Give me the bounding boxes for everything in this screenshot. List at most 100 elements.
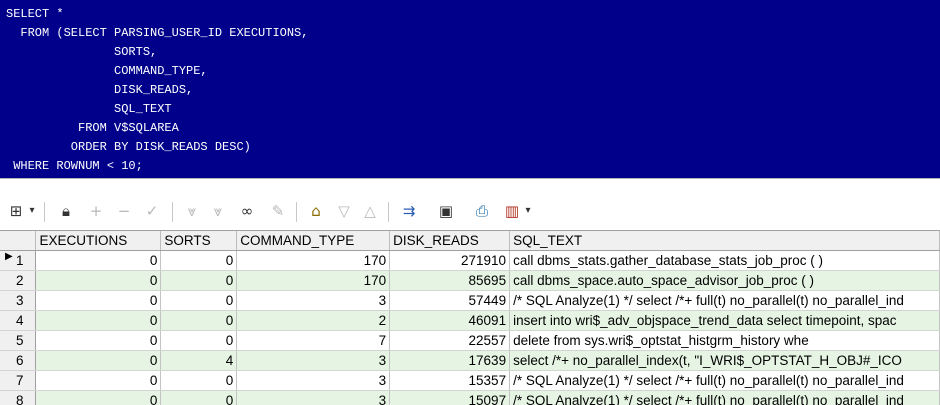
row-number[interactable]: 3 [0, 291, 36, 311]
table-row[interactable]: 400246091insert into wri$_adv_objspace_t… [0, 311, 940, 331]
current-row-indicator-icon: ▶ [5, 251, 13, 262]
row-number-label: 1 [16, 253, 24, 268]
table-row[interactable]: 700315357/* SQL Analyze(1) */ select /*+… [0, 371, 940, 391]
row-number-label: 3 [16, 293, 24, 308]
sql-line: DISK_READS, [6, 83, 193, 97]
sql-line: FROM V$SQLAREA [6, 121, 179, 135]
cell-sorts[interactable]: 0 [161, 371, 237, 391]
cell-command-type[interactable]: 3 [237, 351, 390, 371]
cell-command-type[interactable]: 170 [237, 271, 390, 291]
cell-command-type[interactable]: 170 [237, 251, 390, 271]
cell-sql-text[interactable]: /* SQL Analyze(1) */ select /*+ full(t) … [510, 291, 940, 311]
post-icon[interactable]: ✓ [142, 200, 162, 222]
cell-sorts[interactable]: 0 [161, 391, 237, 405]
filter-icon[interactable]: ⩔ [182, 200, 202, 222]
cell-command-type[interactable]: 3 [237, 371, 390, 391]
cell-sql-text[interactable]: select /*+ no_parallel_index(t, "I_WRI$_… [510, 351, 940, 371]
cell-executions[interactable]: 0 [36, 271, 161, 291]
cell-sorts[interactable]: 0 [161, 331, 237, 351]
row-number-header[interactable] [0, 231, 36, 251]
cell-disk-reads[interactable]: 15357 [390, 371, 510, 391]
sql-editor[interactable]: SELECT * FROM (SELECT PARSING_USER_ID EX… [0, 0, 940, 178]
row-number[interactable]: 5 [0, 331, 36, 351]
print-icon[interactable]: ⎙ [472, 200, 492, 222]
cell-disk-reads[interactable]: 57449 [390, 291, 510, 311]
column-header-sql-text[interactable]: SQL_TEXT [510, 231, 940, 251]
binoculars-icon[interactable]: ∞ [236, 200, 258, 222]
cell-executions[interactable]: 0 [36, 371, 161, 391]
table-row[interactable]: ▶100170271910call dbms_stats.gather_data… [0, 251, 940, 271]
cell-disk-reads[interactable]: 271910 [390, 251, 510, 271]
grid-toolbar: ⊞ ▾ 🔒︎ + − ✓ ⩔ ⩔ ∞ ✎ ⌂ ▽ △ ⇉ ▣ ⎙ ▥ ▾ [0, 196, 940, 230]
row-number[interactable]: 7 [0, 371, 36, 391]
chart-icon[interactable]: ▥ [502, 200, 522, 222]
cell-sorts[interactable]: 4 [161, 351, 237, 371]
table-row[interactable]: 300357449/* SQL Analyze(1) */ select /*+… [0, 291, 940, 311]
sql-text[interactable]: SELECT * FROM (SELECT PARSING_USER_ID EX… [0, 0, 940, 176]
results-grid[interactable]: EXECUTIONS SORTS COMMAND_TYPE DISK_READS… [0, 230, 940, 405]
cell-executions[interactable]: 0 [36, 311, 161, 331]
cell-command-type[interactable]: 3 [237, 291, 390, 311]
cell-sorts[interactable]: 0 [161, 271, 237, 291]
grid-icon[interactable]: ⊞ [6, 200, 26, 222]
lock-icon[interactable]: 🔒︎ [56, 200, 76, 222]
column-header-disk-reads[interactable]: DISK_READS [390, 231, 510, 251]
cell-executions[interactable]: 0 [36, 351, 161, 371]
cell-executions[interactable]: 0 [36, 331, 161, 351]
sql-line: SORTS, [6, 45, 157, 59]
cell-disk-reads[interactable]: 17639 [390, 351, 510, 371]
column-header-command-type[interactable]: COMMAND_TYPE [237, 231, 390, 251]
clear-icon[interactable]: ✎ [268, 200, 288, 222]
row-number[interactable]: 4 [0, 311, 36, 331]
cell-sql-text[interactable]: insert into wri$_adv_objspace_trend_data… [510, 311, 940, 331]
row-number[interactable]: 6 [0, 351, 36, 371]
cell-command-type[interactable]: 7 [237, 331, 390, 351]
row-number-label: 4 [16, 313, 24, 328]
cell-executions[interactable]: 0 [36, 391, 161, 405]
dropdown-arrow-icon[interactable]: ▾ [522, 200, 534, 222]
cell-command-type[interactable]: 2 [237, 311, 390, 331]
delete-record-icon[interactable]: − [114, 200, 134, 222]
cell-sql-text[interactable]: /* SQL Analyze(1) */ select /*+ full(t) … [510, 371, 940, 391]
table-row[interactable]: 500722557delete from sys.wri$_optstat_hi… [0, 331, 940, 351]
cell-sorts[interactable]: 0 [161, 291, 237, 311]
table-row[interactable]: 604317639select /*+ no_parallel_index(t,… [0, 351, 940, 371]
row-number-label: 6 [16, 353, 24, 368]
cell-sql-text[interactable]: delete from sys.wri$_optstat_histgrm_his… [510, 331, 940, 351]
cell-sql-text[interactable]: call dbms_space.auto_space_advisor_job_p… [510, 271, 940, 291]
add-record-icon[interactable]: + [86, 200, 106, 222]
column-header-sorts[interactable]: SORTS [161, 231, 237, 251]
row-number-label: 2 [16, 273, 24, 288]
cell-executions[interactable]: 0 [36, 291, 161, 311]
cell-sorts[interactable]: 0 [161, 311, 237, 331]
export-icon[interactable]: ⇉ [398, 200, 420, 222]
grid-header-row: EXECUTIONS SORTS COMMAND_TYPE DISK_READS… [0, 231, 940, 251]
sort-desc-icon[interactable]: ▽ [334, 200, 354, 222]
table-row[interactable]: 800315097/* SQL Analyze(1) */ select /*+… [0, 391, 940, 405]
row-number[interactable]: 8 [0, 391, 36, 405]
filter-alt-icon[interactable]: ⩔ [208, 200, 228, 222]
row-number-label: 7 [16, 373, 24, 388]
editor-splitter[interactable] [0, 178, 940, 187]
sql-line: COMMAND_TYPE, [6, 64, 208, 78]
cell-sql-text[interactable]: call dbms_stats.gather_database_stats_jo… [510, 251, 940, 271]
cell-disk-reads[interactable]: 85695 [390, 271, 510, 291]
cell-disk-reads[interactable]: 46091 [390, 311, 510, 331]
row-number-label: 8 [16, 393, 24, 405]
column-header-executions[interactable]: EXECUTIONS [36, 231, 161, 251]
sql-line: ORDER BY DISK_READS DESC) [6, 140, 251, 154]
cell-disk-reads[interactable]: 22557 [390, 331, 510, 351]
save-icon[interactable]: ▣ [436, 200, 456, 222]
row-number[interactable]: 2 [0, 271, 36, 291]
cell-executions[interactable]: 0 [36, 251, 161, 271]
cell-sql-text[interactable]: /* SQL Analyze(1) */ select /*+ full(t) … [510, 391, 940, 405]
cell-command-type[interactable]: 3 [237, 391, 390, 405]
sort-asc-icon[interactable]: △ [360, 200, 380, 222]
table-row[interactable]: 20017085695call dbms_space.auto_space_ad… [0, 271, 940, 291]
dropdown-arrow-icon[interactable]: ▾ [26, 200, 38, 222]
sql-line: WHERE ROWNUM < 10; [6, 159, 143, 173]
row-number[interactable]: ▶1 [0, 251, 36, 271]
cell-sorts[interactable]: 0 [161, 251, 237, 271]
query-icon[interactable]: ⌂ [306, 200, 326, 222]
cell-disk-reads[interactable]: 15097 [390, 391, 510, 405]
